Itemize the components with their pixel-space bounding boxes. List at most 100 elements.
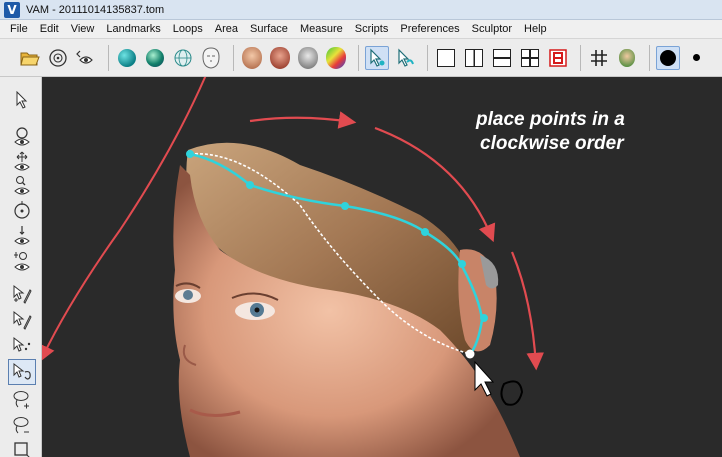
lasso-plus-tool[interactable] [8, 387, 36, 413]
edit-landmark-icon [13, 310, 32, 330]
main-toolbar [0, 39, 722, 77]
rotate-eye-icon [14, 127, 30, 146]
select-loop-button[interactable] [393, 46, 417, 70]
toolbar-separator [649, 44, 650, 71]
sphere-green-icon [146, 48, 164, 67]
grid-icon [591, 49, 607, 66]
face-small-icon [619, 48, 635, 67]
face-skin-button[interactable] [240, 46, 264, 70]
point-size-medium-button[interactable] [684, 46, 708, 70]
menu-bar: File Edit View Landmarks Loops Area Surf… [0, 20, 722, 39]
rectangle-select-tool[interactable] [8, 437, 36, 457]
menu-surface[interactable]: Surface [244, 20, 294, 39]
zoom-plus-eye-icon [14, 252, 30, 271]
app-logo-icon: V [4, 1, 20, 18]
lasso-minus-icon [13, 417, 29, 434]
move-down-eye-tool[interactable] [8, 223, 36, 249]
view-red-icon [549, 48, 567, 67]
delete-landmark-icon [13, 336, 31, 352]
menu-sculptor[interactable]: Sculptor [466, 20, 518, 39]
sphere-green-button[interactable] [143, 46, 167, 70]
face-outline-button[interactable] [199, 46, 223, 70]
zoom-eye-tool[interactable] [8, 173, 36, 199]
two-vertical-view-icon [465, 48, 483, 67]
point-size-large-icon [660, 49, 676, 66]
menu-measure[interactable]: Measure [294, 20, 349, 39]
rotate-eye-tool[interactable] [8, 125, 36, 151]
sphere-wire-button[interactable] [171, 46, 195, 70]
four-view-button[interactable] [518, 46, 542, 70]
add-landmark-tool[interactable] [8, 281, 36, 307]
left-tool-palette [0, 77, 42, 457]
select-loop-icon [398, 48, 414, 67]
instruction-annotation: place points in a clockwise order [476, 108, 625, 156]
head-view-button[interactable] [46, 46, 70, 70]
menu-help[interactable]: Help [518, 20, 553, 39]
menu-edit[interactable]: Edit [34, 20, 65, 39]
move-down-eye-icon [14, 226, 30, 245]
toolbar-separator [580, 44, 581, 71]
sphere-teal-icon [118, 48, 136, 67]
menu-view[interactable]: View [65, 20, 101, 39]
zoom-plus-eye-tool[interactable] [8, 249, 36, 275]
toolbar-separator [358, 44, 359, 71]
toolbar-separator [233, 44, 234, 71]
face-heatmap-icon [326, 46, 346, 69]
select-arrow-button[interactable] [365, 45, 389, 70]
single-view-button[interactable] [434, 46, 458, 70]
face-small-button[interactable] [615, 46, 639, 70]
face-red-icon [270, 46, 290, 69]
loop-place-tool[interactable] [8, 359, 36, 385]
two-horizontal-view-button[interactable] [490, 46, 514, 70]
spin-tool[interactable] [8, 197, 36, 223]
menu-preferences[interactable]: Preferences [394, 20, 465, 39]
menu-area[interactable]: Area [209, 20, 244, 39]
sphere-wire-icon [174, 49, 192, 66]
two-horizontal-view-icon [493, 48, 511, 67]
view-red-button[interactable] [546, 46, 570, 70]
head-view-icon [49, 48, 67, 67]
menu-scripts[interactable]: Scripts [349, 20, 395, 39]
face-gray-icon [298, 46, 318, 69]
lasso-minus-tool[interactable] [8, 413, 36, 439]
window-title: VAM - 20111014135837.tom [26, 3, 165, 16]
sphere-teal-button[interactable] [115, 46, 139, 70]
menu-landmarks[interactable]: Landmarks [100, 20, 166, 39]
four-view-icon [521, 48, 539, 67]
eye-rotate-icon [76, 50, 93, 64]
point-size-medium-icon [692, 54, 700, 61]
toolbar-separator [108, 44, 109, 71]
rectangle-select-icon [14, 442, 30, 457]
open-folder-icon [20, 52, 40, 65]
eye-rotate-button[interactable] [74, 46, 98, 70]
loop-place-icon [13, 362, 31, 380]
instruction-line-2: clockwise order [480, 133, 624, 154]
face-outline-icon [202, 46, 220, 69]
pan-eye-tool[interactable] [8, 149, 36, 175]
point-size-small-button[interactable] [712, 46, 722, 70]
face-gray-button[interactable] [296, 46, 320, 70]
point-size-large-button[interactable] [656, 45, 680, 70]
face-skin-icon [242, 46, 262, 69]
edit-landmark-tool[interactable] [8, 307, 36, 333]
face-heatmap-button[interactable] [324, 46, 348, 70]
zoom-eye-icon [14, 176, 30, 195]
3d-viewport[interactable]: place points in a clockwise order [42, 77, 722, 457]
pan-eye-icon [14, 151, 30, 171]
add-landmark-icon [13, 284, 32, 304]
select-arrow-tool[interactable] [8, 87, 36, 113]
single-view-icon [437, 48, 455, 67]
open-folder-button[interactable] [18, 46, 42, 70]
instruction-line-1: place points in a [476, 109, 625, 130]
spin-icon [14, 201, 30, 219]
face-red-button[interactable] [268, 46, 292, 70]
delete-landmark-tool[interactable] [8, 333, 36, 359]
select-arrow-tool-icon [16, 91, 28, 109]
toolbar-separator [427, 44, 428, 71]
select-arrow-icon [370, 48, 385, 67]
menu-file[interactable]: File [4, 20, 34, 39]
two-vertical-view-button[interactable] [462, 46, 486, 70]
menu-loops[interactable]: Loops [167, 20, 209, 39]
grid-button[interactable] [587, 46, 611, 70]
title-bar: V VAM - 20111014135837.tom [0, 0, 722, 20]
